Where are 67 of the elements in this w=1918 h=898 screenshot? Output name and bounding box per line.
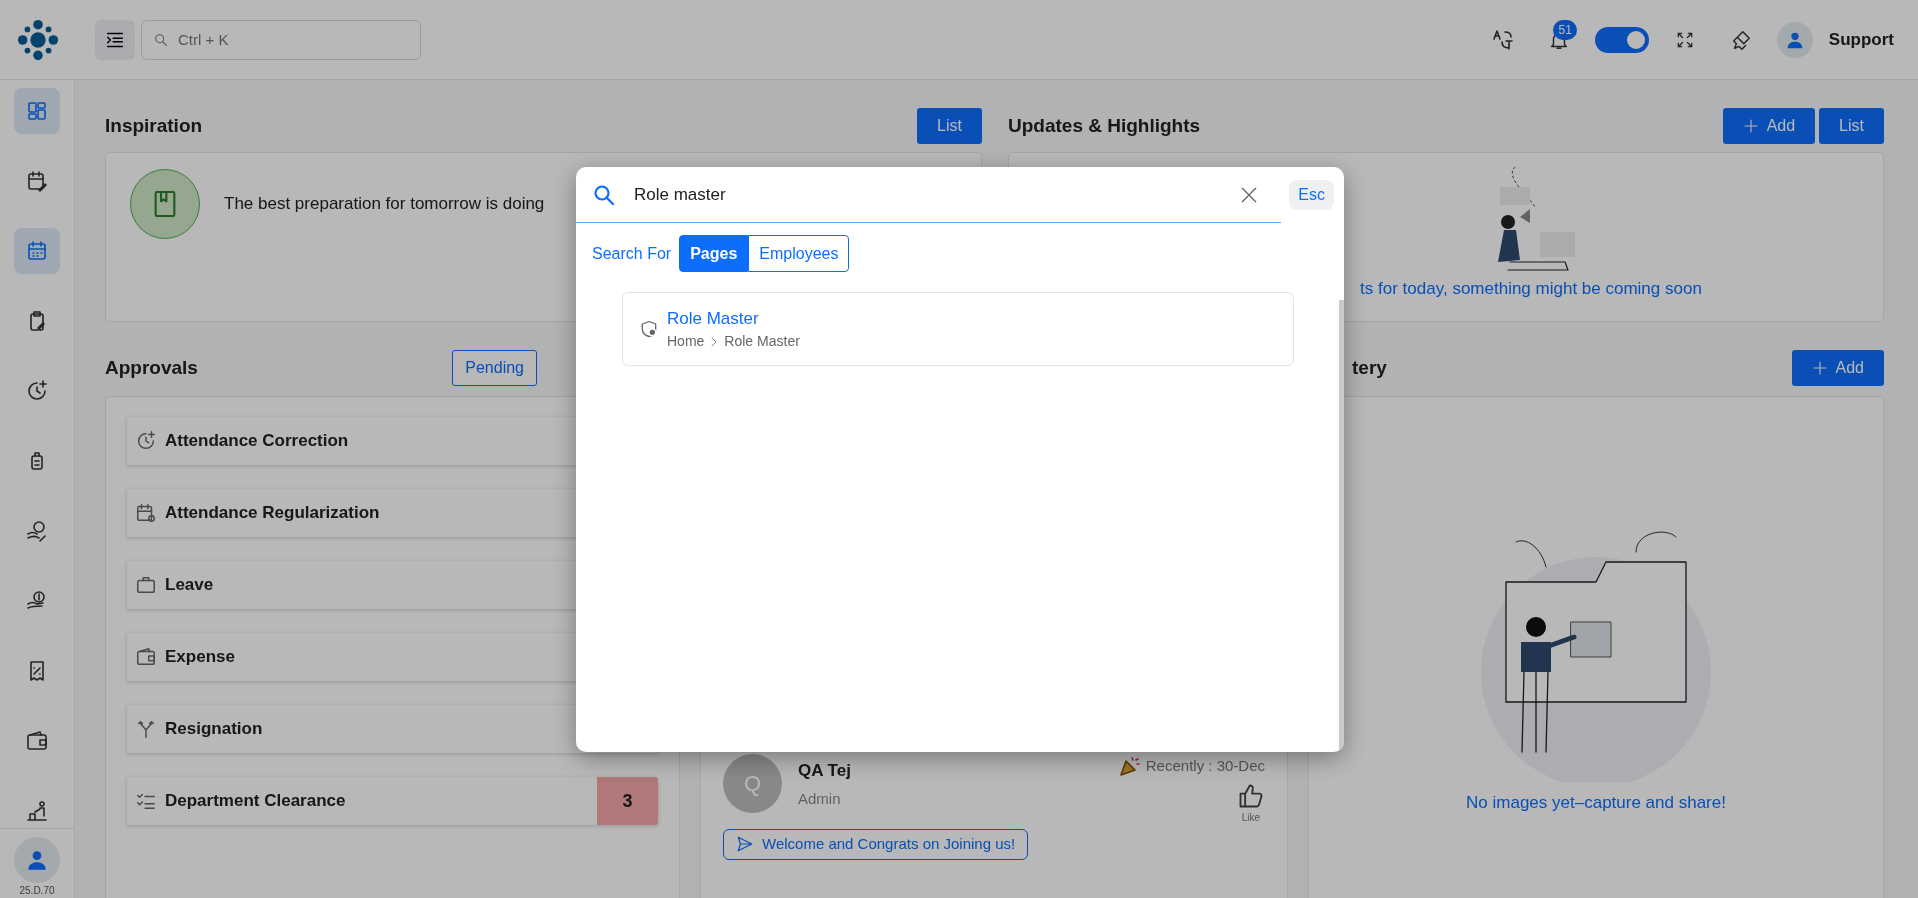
wallet-icon (25, 729, 49, 753)
search-for-label: Search For (592, 243, 672, 264)
scrollbar[interactable] (1339, 300, 1344, 752)
breadcrumb-item: Home (667, 332, 705, 352)
user-name[interactable]: Support (1828, 26, 1894, 53)
section-title: Inspiration (105, 113, 203, 138)
approval-label: Attendance Correction (165, 430, 349, 453)
send-icon (736, 835, 754, 854)
briefcase-icon (135, 574, 157, 596)
list-button[interactable]: List (1819, 108, 1884, 144)
calendar-icon (25, 239, 49, 263)
scope-tab[interactable]: Pages (679, 235, 749, 272)
search-field[interactable]: Ctrl + K (141, 19, 421, 60)
translate-icon (1490, 27, 1515, 52)
add-button[interactable]: Add (1791, 350, 1884, 386)
empty-message: No images yet–capture and share! (1466, 792, 1726, 814)
pending-count: 3 (597, 777, 658, 825)
section-title: tery (1352, 355, 1387, 380)
section-title: Updates & Highlights (1008, 113, 1201, 138)
clock-plus-icon (25, 379, 49, 403)
approval-item[interactable]: Department Clearance 3 (127, 777, 658, 825)
coin-hand-icon (25, 519, 49, 543)
approval-label: Expense (165, 646, 235, 669)
search-result[interactable]: Role Master Home Role Master (622, 292, 1294, 366)
party-popper-icon (1117, 754, 1142, 778)
list-button[interactable]: List (917, 108, 982, 144)
celebration-date: Recently : 30-Dec (1145, 755, 1265, 776)
search-icon (153, 31, 169, 48)
shield-user-icon (639, 319, 659, 339)
version-text: 25.D.70 (19, 884, 55, 898)
plus-icon (1811, 360, 1828, 376)
scope-tab[interactable]: Employees (748, 235, 850, 272)
profile-avatar[interactable] (14, 837, 60, 883)
sidebar-button[interactable] (14, 228, 60, 274)
like-button[interactable]: Like (1237, 782, 1265, 825)
person-name: QA Tej (798, 760, 851, 782)
empty-message: ts for today, something might be coming soon (1360, 278, 1702, 300)
user-avatar[interactable] (1776, 21, 1813, 58)
thumbs-up-icon (1237, 782, 1265, 810)
calendar-edit-icon (25, 169, 49, 193)
message-chip[interactable]: Welcome and Congrats on Joining us! (723, 829, 1029, 860)
search-input[interactable]: Role master (632, 180, 1218, 209)
presenter-icon (25, 799, 49, 823)
filter-button[interactable]: Pending (452, 350, 537, 386)
approval-label: Leave (165, 574, 214, 597)
calendar-refresh-icon (135, 502, 157, 524)
person-role: Admin (798, 788, 842, 809)
theme-toggle[interactable] (1594, 26, 1649, 53)
notification-button[interactable]: 51 (1538, 19, 1579, 60)
result-title: Role Master (667, 307, 760, 330)
search-icon (592, 182, 616, 207)
sidebar-button[interactable] (14, 88, 60, 134)
clock-plus-icon (135, 430, 157, 452)
breadcrumb-item: Role Master (724, 332, 800, 352)
add-button[interactable]: Add (1722, 108, 1816, 144)
esc-button[interactable]: Esc (1289, 180, 1334, 210)
approval-label: Department Clearance (165, 790, 346, 813)
approval-label: Resignation (165, 718, 263, 741)
section-title: Approvals (105, 355, 198, 380)
quote-text: The best preparation for tomorrow is doing (224, 193, 545, 216)
menu-button[interactable] (95, 19, 135, 60)
fork-arrows-icon (135, 718, 157, 740)
dashboard-icon (25, 99, 49, 123)
plus-icon (1742, 118, 1759, 134)
notification-count: 51 (1553, 19, 1577, 40)
approval-label: Attendance Regularization (165, 502, 380, 525)
wallet-icon (135, 646, 157, 668)
